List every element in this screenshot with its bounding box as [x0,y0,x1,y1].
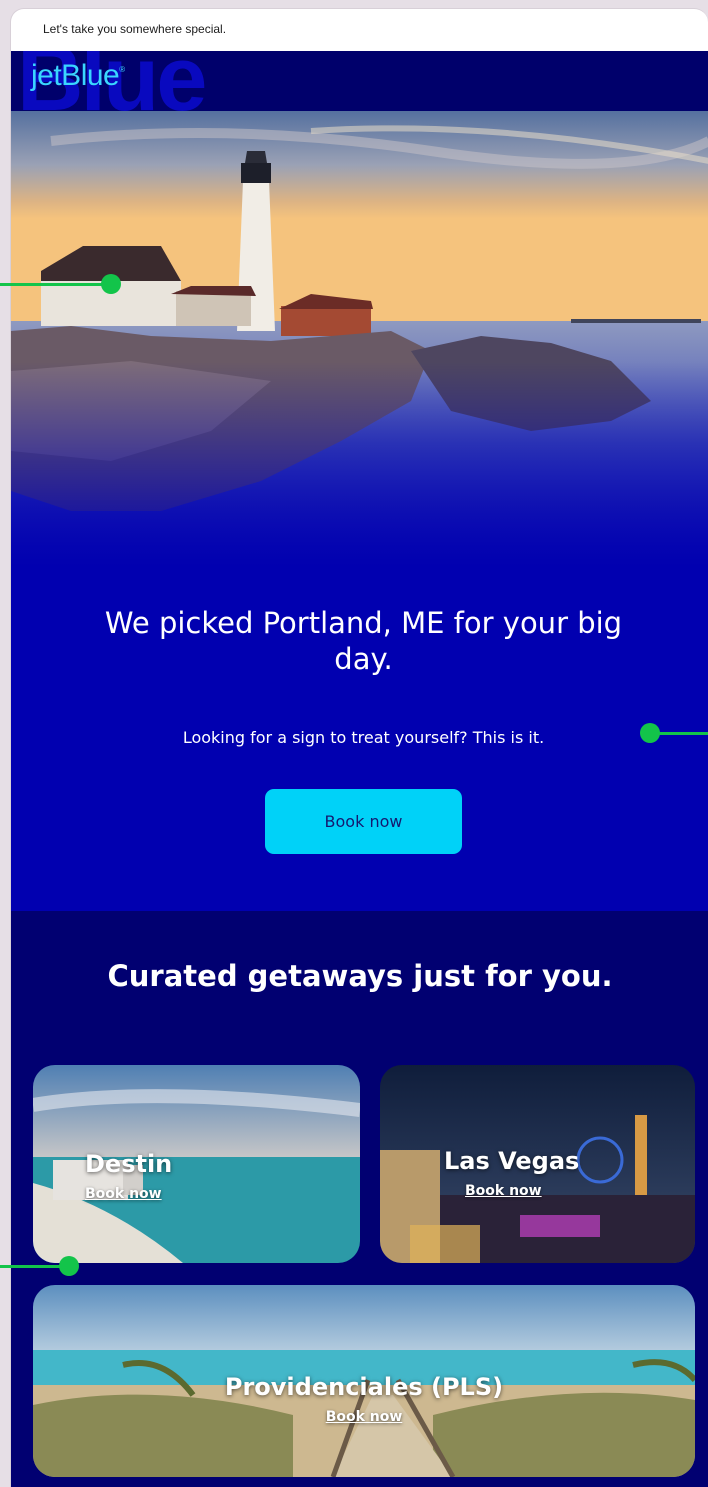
annotation-dot-hero [101,274,121,294]
las-vegas-card[interactable]: Las Vegas Book now [380,1065,695,1263]
intro-section: We picked Portland, ME for your big day.… [11,567,708,911]
brand-header: Blue jetBlue® [11,51,708,111]
destin-card[interactable]: Destin Book now [33,1065,360,1263]
hero-headline: We picked Portland, ME for your big day. [104,606,623,676]
annotation-line-cards [0,1265,65,1268]
hero-image-lighthouse[interactable] [11,111,708,567]
las-vegas-name: Las Vegas [444,1147,580,1175]
hero-subline: Looking for a sign to treat yourself? Th… [182,728,545,747]
destin-book-link[interactable]: Book now [85,1186,162,1202]
lighthouse-scene [11,111,708,567]
providenciales-book-link[interactable]: Book now [33,1409,695,1425]
annotation-dot-cards [59,1256,79,1276]
destin-photo [33,1065,360,1263]
jetblue-logo[interactable]: jetBlue® [31,59,125,93]
annotation-dot-subline [640,723,660,743]
book-now-button[interactable]: Book now [265,789,462,854]
logo-text: jetBlue [31,59,120,92]
destin-name: Destin [85,1150,173,1178]
preheader-text: Let's take you somewhere special. [43,22,227,36]
trademark-mark: ® [119,65,125,74]
getaways-section: Curated getaways just for you. Destin Bo… [11,911,708,1487]
annotation-line-subline [652,732,708,735]
providenciales-card[interactable]: Providenciales (PLS) Book now [33,1285,695,1477]
annotation-line-hero [0,283,105,286]
providenciales-name: Providenciales (PLS) [224,1373,504,1401]
las-vegas-book-link[interactable]: Book now [465,1183,542,1199]
getaways-title: Curated getaways just for you. [107,959,613,993]
email-card: Let's take you somewhere special. Blue j… [10,8,708,1487]
